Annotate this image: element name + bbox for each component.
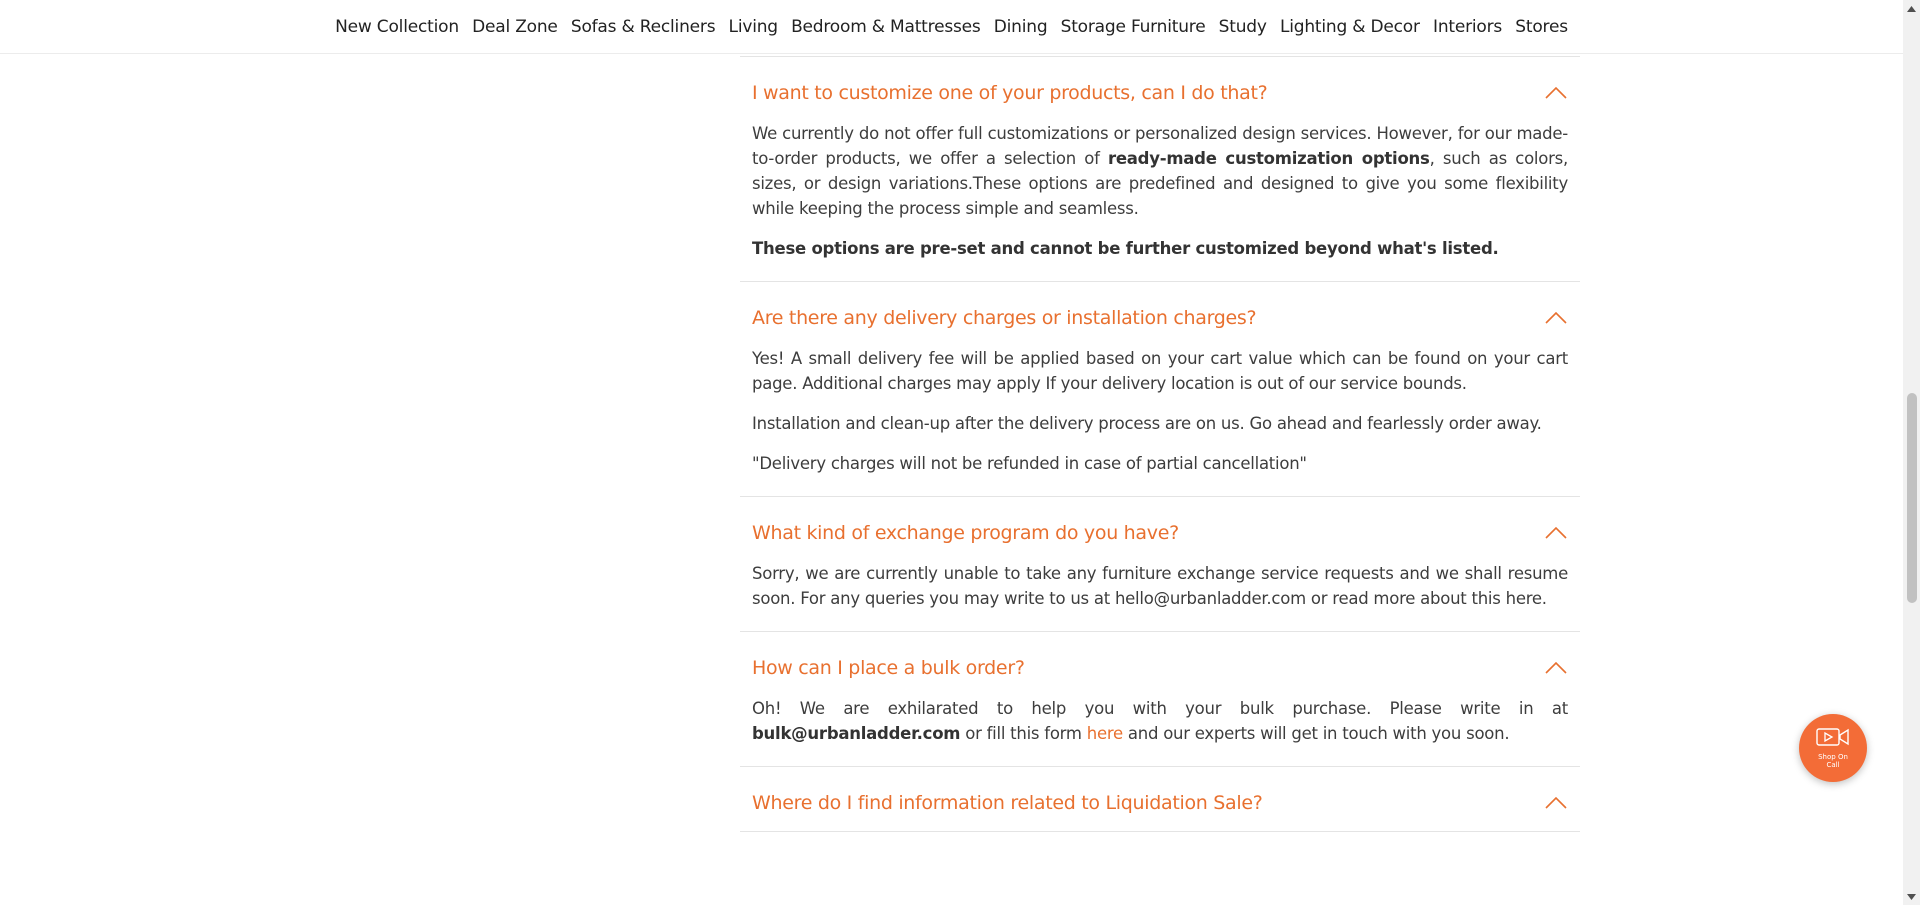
nav-item-deal-zone[interactable]: Deal Zone [466,17,565,37]
faq-answer: Oh! We are exhilarated to help you with … [752,696,1568,766]
faq-answer-paragraph: "Delivery charges will not be refunded i… [752,454,1307,473]
bulk-email: bulk@urbanladder.com [752,724,961,743]
faq-answer: Sorry, we are currently unable to take a… [752,561,1568,631]
shop-on-call-label: Shop On Call [1818,753,1848,769]
faq-answer-paragraph: Sorry, we are currently unable to take a… [752,564,1568,608]
faq-item-liquidation: Where do I find information related to L… [740,767,1580,832]
answer-bold-text: ready-made customization options [1107,149,1430,168]
shop-on-call-button[interactable]: Shop On Call [1799,714,1867,782]
faq-question: I want to customize one of your products… [752,82,1268,104]
faq-answer-paragraph: We currently do not offer full customiza… [752,121,1568,221]
vertical-scrollbar[interactable] [1903,0,1920,905]
scroll-up-arrow-icon[interactable] [1903,0,1920,17]
answer-text: Oh! We are exhilarated to help you with … [752,699,1568,718]
faq-answer: We currently do not offer full customiza… [752,121,1568,281]
nav-item-dining[interactable]: Dining [987,17,1054,37]
chevron-up-icon[interactable] [1544,85,1568,101]
chevron-up-icon[interactable] [1544,525,1568,541]
faq-question-toggle[interactable]: Are there any delivery charges or instal… [752,282,1568,346]
nav-item-new-collection[interactable]: New Collection [329,17,466,37]
faq-answer-paragraph: Oh! We are exhilarated to help you with … [752,696,1568,746]
nav-item-storage-furniture[interactable]: Storage Furniture [1054,17,1212,37]
faq-question: Are there any delivery charges or instal… [752,307,1257,329]
faq-item-customize: I want to customize one of your products… [740,56,1580,282]
faq-answer-paragraph: Yes! A small delivery fee will be applie… [752,349,1568,393]
faq-question: How can I place a bulk order? [752,657,1025,679]
faq-question: What kind of exchange program do you hav… [752,522,1179,544]
nav-item-stores[interactable]: Stores [1509,17,1575,37]
chevron-up-icon[interactable] [1544,660,1568,676]
answer-text: and our experts will get in touch with y… [1122,724,1510,743]
faq-item-exchange: What kind of exchange program do you hav… [740,497,1580,632]
scroll-down-arrow-icon[interactable] [1903,888,1920,905]
nav-item-living[interactable]: Living [722,17,785,37]
nav-item-interiors[interactable]: Interiors [1426,17,1508,37]
chevron-up-icon[interactable] [1544,795,1568,811]
nav-item-study[interactable]: Study [1212,17,1273,37]
nav-item-bedroom-mattresses[interactable]: Bedroom & Mattresses [784,17,987,37]
faq-accordion: I want to customize one of your products… [740,56,1580,832]
faq-answer: Yes! A small delivery fee will be applie… [752,346,1568,496]
faq-item-bulk-order: How can I place a bulk order? Oh! We are… [740,632,1580,767]
answer-text: or fill this form [960,724,1087,743]
nav-list: New Collection Deal Zone Sofas & Recline… [329,17,1575,37]
top-navigation: New Collection Deal Zone Sofas & Recline… [0,0,1903,54]
faq-question: Where do I find information related to L… [752,792,1263,814]
nav-item-sofas-recliners[interactable]: Sofas & Recliners [564,17,722,37]
faq-answer-paragraph: Installation and clean-up after the deli… [752,414,1542,433]
scrollbar-thumb[interactable] [1907,393,1917,603]
nav-item-lighting-decor[interactable]: Lighting & Decor [1273,17,1426,37]
video-call-icon [1816,727,1850,751]
bulk-form-link[interactable]: here [1087,724,1123,743]
faq-question-toggle[interactable]: How can I place a bulk order? [752,632,1568,696]
faq-question-toggle[interactable]: Where do I find information related to L… [752,767,1568,831]
faq-question-toggle[interactable]: What kind of exchange program do you hav… [752,497,1568,561]
faq-answer-paragraph: These options are pre-set and cannot be … [752,236,1568,261]
chevron-up-icon[interactable] [1544,310,1568,326]
answer-bold-text: These options are pre-set and cannot be … [752,239,1499,258]
faq-item-delivery: Are there any delivery charges or instal… [740,282,1580,497]
faq-question-toggle[interactable]: I want to customize one of your products… [752,57,1568,121]
